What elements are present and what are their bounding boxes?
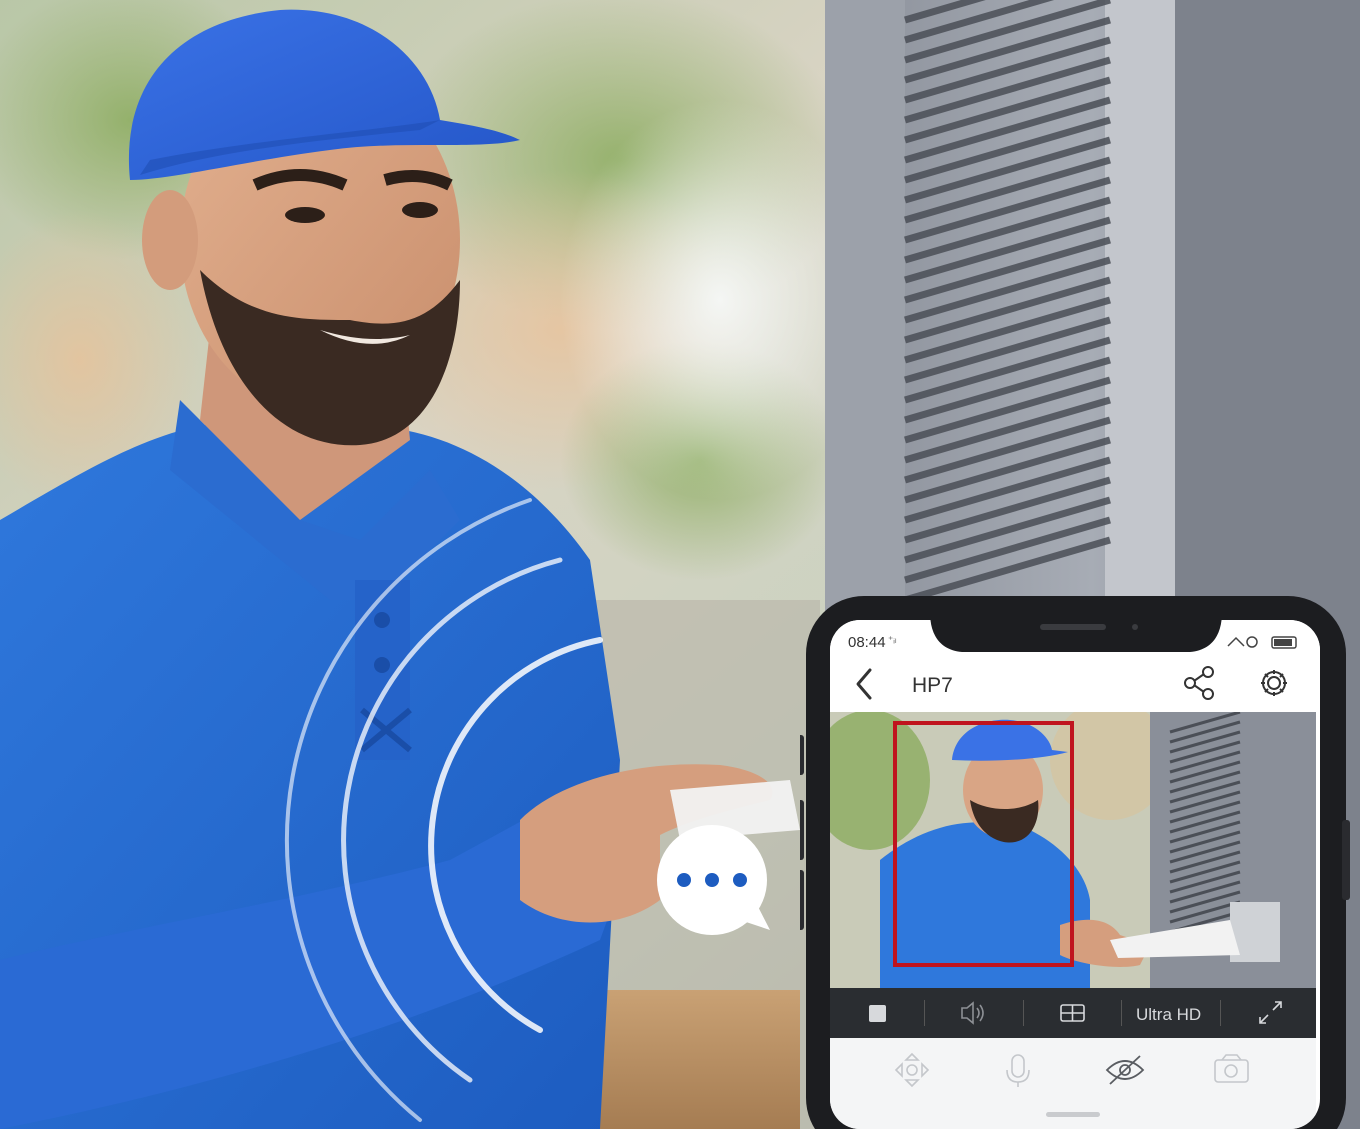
live-video-feed[interactable] <box>810 700 1316 988</box>
smartphone: 08:44 ⁺ᵢₗ HP7 Ultra HD <box>800 596 1350 1129</box>
signal-icon: ⁺ᵢₗ <box>888 635 897 646</box>
quality-selector[interactable]: Ultra HD <box>1136 1005 1201 1024</box>
share-button[interactable] <box>1180 664 1220 704</box>
home-indicator <box>1046 1112 1100 1117</box>
toolbar-divider <box>1023 1000 1024 1026</box>
front-camera <box>1132 624 1138 630</box>
status-time: 08:44 <box>848 634 886 651</box>
stop-button[interactable] <box>862 998 894 1028</box>
back-button[interactable] <box>848 664 884 704</box>
toolbar-divider <box>924 1000 925 1026</box>
microphone-button[interactable] <box>998 1050 1038 1090</box>
app-header: HP7 <box>830 656 1320 712</box>
control-panel <box>830 1038 1316 1129</box>
toolbar-divider <box>1121 1000 1122 1026</box>
layout-button[interactable] <box>1055 998 1091 1028</box>
stop-icon <box>869 1005 886 1022</box>
speaker-grille <box>1040 624 1106 630</box>
toolbar-divider <box>1220 1000 1221 1026</box>
privacy-button[interactable] <box>1104 1050 1146 1090</box>
volume-button[interactable] <box>955 998 991 1028</box>
page-title: HP7 <box>912 674 953 697</box>
video-toolbar: Ultra HD <box>830 988 1316 1038</box>
fullscreen-button[interactable] <box>1254 998 1288 1028</box>
ptz-button[interactable] <box>892 1050 932 1090</box>
snapshot-button[interactable] <box>1211 1050 1251 1090</box>
settings-button[interactable] <box>1254 664 1294 704</box>
